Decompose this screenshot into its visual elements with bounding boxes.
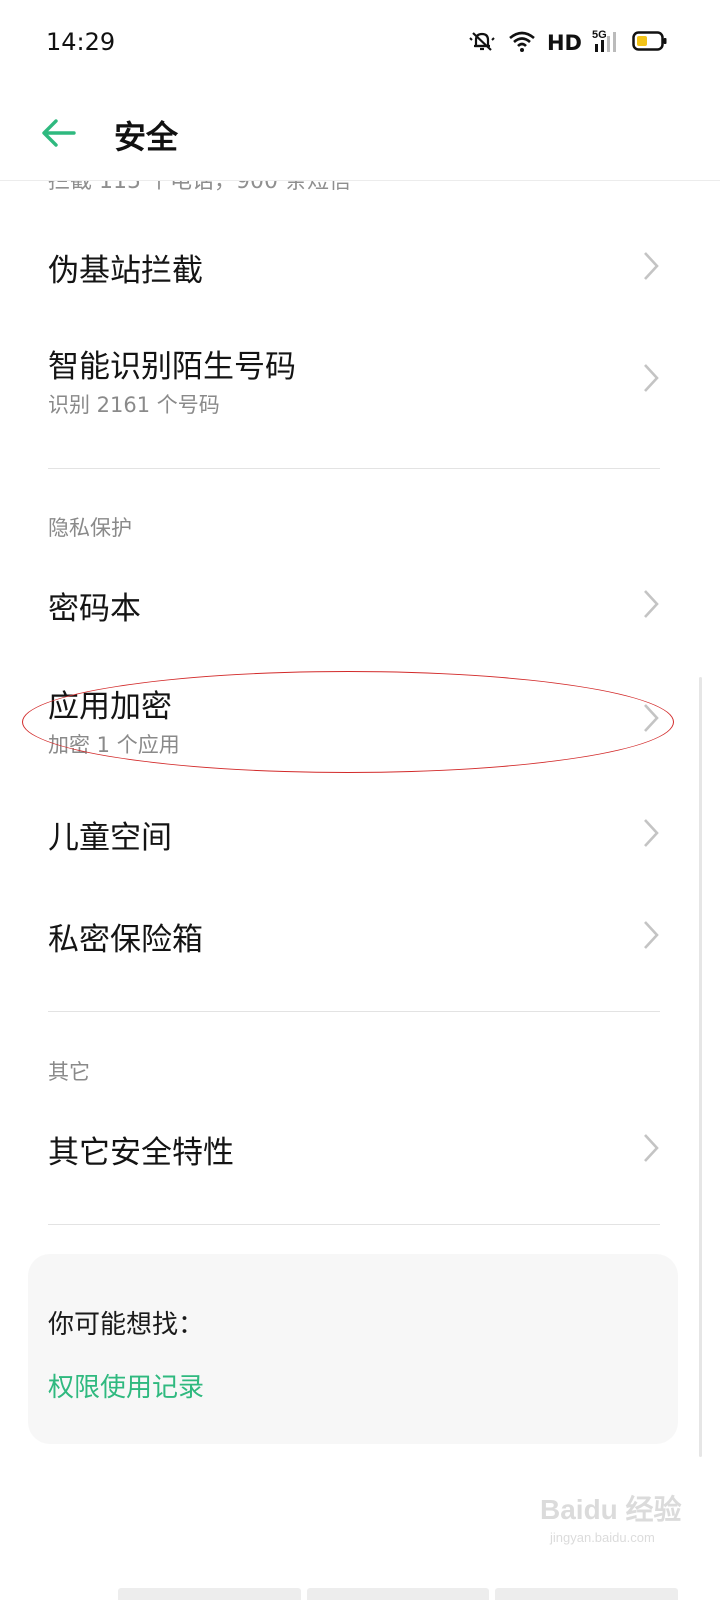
list-item-title: 密码本 xyxy=(48,591,141,627)
scrollbar[interactable] xyxy=(699,677,702,1457)
chevron-right-icon xyxy=(644,590,659,618)
wifi-icon xyxy=(507,29,537,57)
chevron-right-icon xyxy=(644,252,659,280)
list-item-title: 私密保险箱 xyxy=(48,922,203,958)
page-title: 安全 xyxy=(114,118,179,156)
baidu-watermark: Baidu 经验 jingyan.baidu.com xyxy=(540,1488,690,1558)
bottom-edge-segment xyxy=(118,1588,301,1600)
list-item-subtitle: 加密 1 个应用 xyxy=(48,733,180,757)
list-item-subtitle: 识别 2161 个号码 xyxy=(48,393,220,417)
bottom-edge xyxy=(118,1588,679,1600)
section-label-privacy: 隐私保护 xyxy=(48,516,132,540)
list-item-smart-caller-id[interactable]: 智能识别陌生号码 识别 2161 个号码 xyxy=(0,321,720,431)
section-divider xyxy=(48,1011,660,1012)
bottom-edge-segment xyxy=(306,1588,490,1600)
list-item-private-safe[interactable]: 私密保险箱 xyxy=(0,886,720,981)
permission-usage-record-link[interactable]: 权限使用记录 xyxy=(48,1367,204,1404)
status-icons: HD 5G xyxy=(467,28,668,58)
list-item-other-security-features[interactable]: 其它安全特性 xyxy=(0,1101,720,1196)
back-arrow-icon xyxy=(42,119,76,147)
network-type-label: 5G xyxy=(592,29,607,41)
scrolled-summary-text: 拦截 115 个电话，900 条短信 xyxy=(48,181,351,194)
battery-icon xyxy=(632,30,668,56)
section-divider xyxy=(48,468,660,469)
list-item-title: 应用加密 xyxy=(48,689,172,725)
section-label-other: 其它 xyxy=(48,1060,90,1084)
back-button[interactable] xyxy=(34,110,90,156)
hd-label: HD xyxy=(546,31,582,55)
chevron-right-icon xyxy=(644,1134,659,1162)
settings-list[interactable]: 拦截 115 个电话，900 条短信 伪基站拦截 智能识别陌生号码 识别 216… xyxy=(0,181,720,1600)
list-item-password-book[interactable]: 密码本 xyxy=(0,561,720,651)
suggestions-title: 你可能想找： xyxy=(48,1310,205,1340)
watermark-sub-text: jingyan.baidu.com xyxy=(550,1530,655,1545)
list-item-kids-space[interactable]: 儿童空间 xyxy=(0,786,720,876)
list-item-app-encryption[interactable]: 应用加密 加密 1 个应用 xyxy=(0,661,720,771)
list-item-title: 智能识别陌生号码 xyxy=(48,349,296,385)
watermark-main-text: Baidu 经验 xyxy=(540,1494,682,1525)
chevron-right-icon xyxy=(644,921,659,949)
app-header: 安全 xyxy=(0,90,720,181)
list-item-title: 其它安全特性 xyxy=(48,1135,234,1171)
list-item-fake-base-station[interactable]: 伪基站拦截 xyxy=(0,221,720,311)
signal-icon: 5G xyxy=(592,28,622,58)
mute-notification-icon xyxy=(467,29,497,57)
section-divider xyxy=(48,1224,660,1225)
list-item-title: 儿童空间 xyxy=(48,820,172,856)
bottom-edge-segment xyxy=(495,1588,679,1600)
chevron-right-icon xyxy=(644,364,659,392)
chevron-right-icon xyxy=(644,704,659,732)
status-bar: 14:29 HD 5G xyxy=(0,0,720,90)
list-item-title: 伪基站拦截 xyxy=(48,253,203,289)
suggestions-card: 你可能想找： 权限使用记录 xyxy=(28,1254,678,1444)
status-time: 14:29 xyxy=(46,28,116,56)
chevron-right-icon xyxy=(644,819,659,847)
